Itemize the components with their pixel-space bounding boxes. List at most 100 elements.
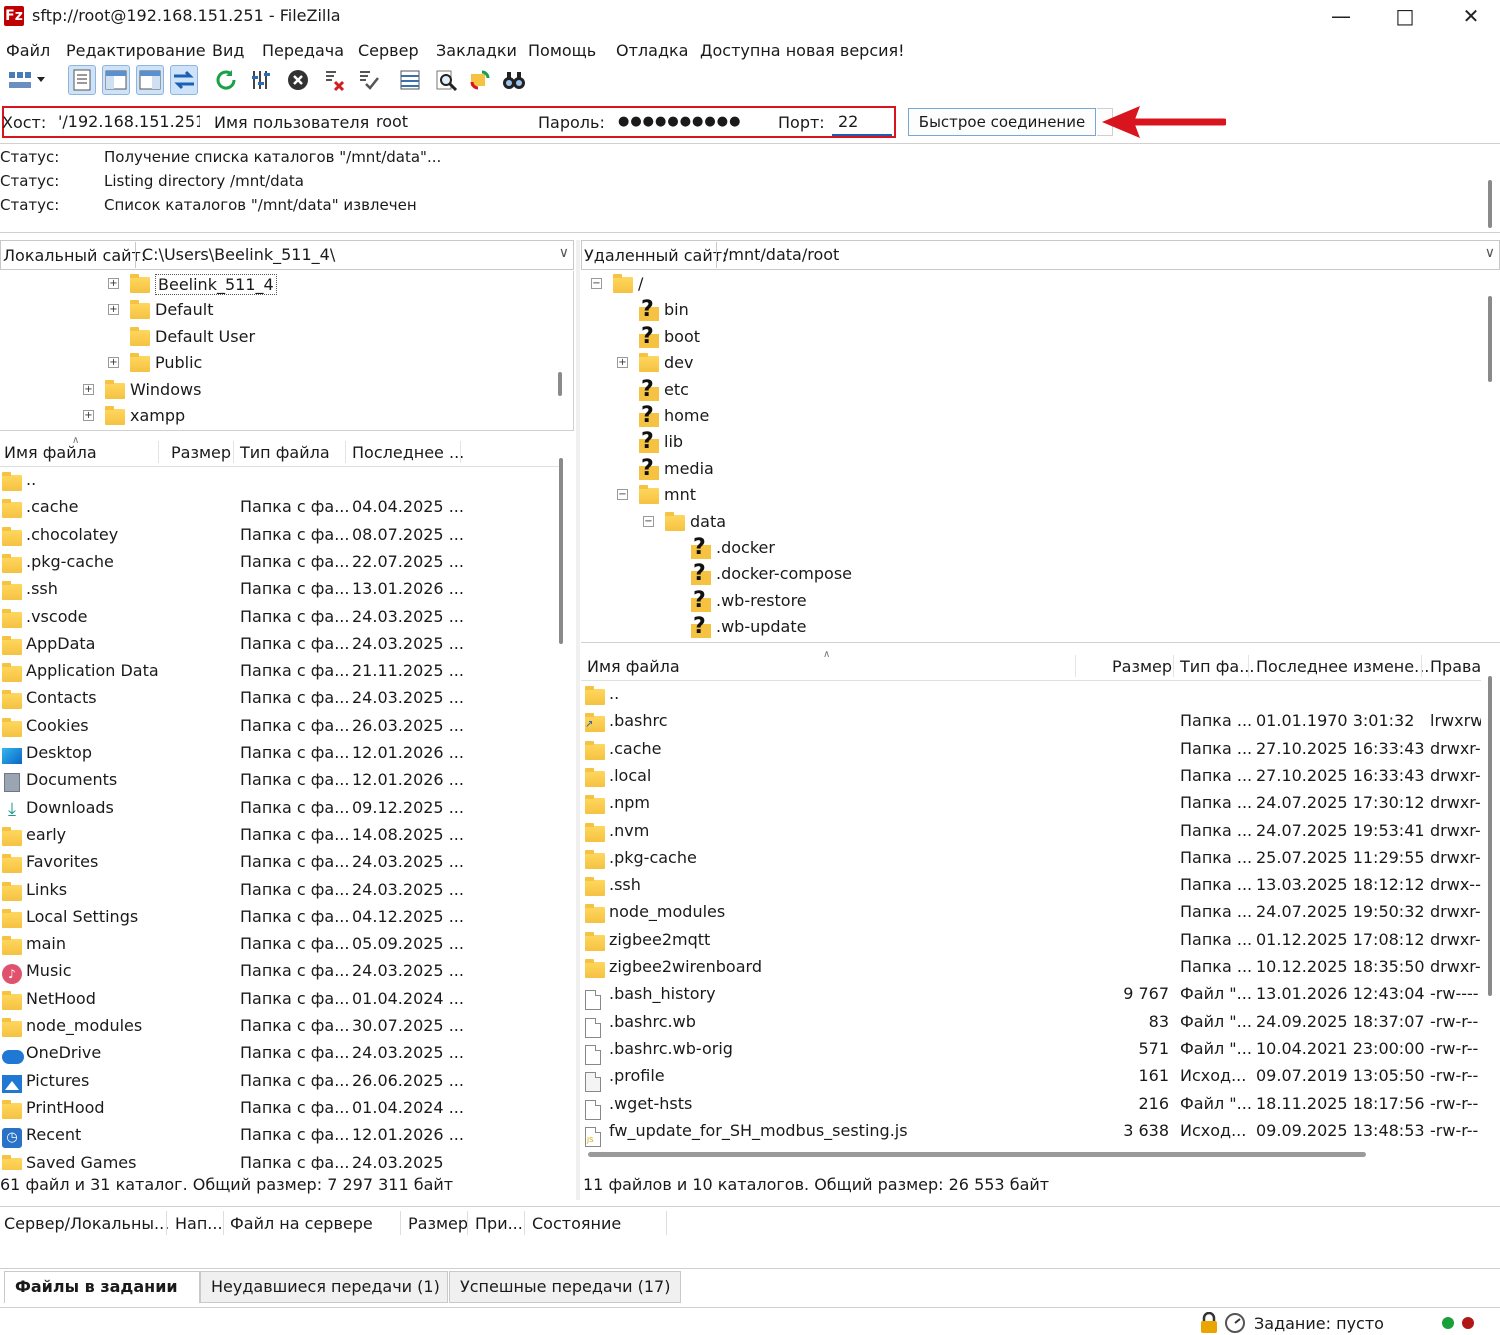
local-tree-item[interactable]: + xampp: [0, 404, 550, 430]
port-input[interactable]: 22: [832, 110, 892, 136]
process-queue-button[interactable]: [248, 65, 276, 95]
table-row[interactable]: .cache Папка ... 27.10.2025 16:33:43 drw…: [581, 736, 1481, 763]
table-row[interactable]: Pictures Папка с фа... 26.06.2025 ...: [0, 1068, 560, 1095]
queue-col-direction[interactable]: Нап...: [175, 1214, 223, 1233]
table-row[interactable]: PrintHood Папка с фа... 01.04.2024 ...: [0, 1095, 560, 1122]
collapse-icon[interactable]: −: [591, 278, 602, 289]
remote-list-hscrollbar[interactable]: [588, 1152, 1366, 1157]
minimize-button[interactable]: —: [1308, 0, 1374, 34]
table-row[interactable]: .bashrc.wb-orig 571 Файл "... 10.04.2021…: [581, 1036, 1481, 1065]
local-col-filename[interactable]: Имя файла: [4, 443, 97, 462]
menu-edit[interactable]: Редактирование: [66, 41, 206, 60]
username-input[interactable]: root: [370, 110, 526, 136]
table-row[interactable]: JS fw_update_for_SH_modbus_sesting.js 3 …: [581, 1118, 1481, 1147]
pane-splitter[interactable]: [576, 240, 580, 1200]
table-row[interactable]: Cookies Папка с фа... 26.03.2025 ...: [0, 713, 560, 740]
remote-tree-item[interactable]: + dev: [581, 351, 1471, 377]
directory-comparison-button[interactable]: [500, 65, 528, 95]
toggle-local-tree-button[interactable]: [102, 65, 130, 95]
table-row[interactable]: .cache Папка с фа... 04.04.2025 ...: [0, 494, 560, 521]
menu-view[interactable]: Вид: [212, 41, 244, 60]
remote-col-size[interactable]: Размер: [1112, 657, 1172, 676]
remote-col-modified[interactable]: Последнее измене...: [1256, 657, 1429, 676]
collapse-icon[interactable]: −: [617, 489, 628, 501]
maximize-button[interactable]: □: [1372, 0, 1438, 34]
table-row[interactable]: .nvm Папка ... 24.07.2025 19:53:41 drwxr…: [581, 818, 1481, 845]
log-scrollbar[interactable]: [1488, 180, 1492, 228]
toggle-transfer-queue-button[interactable]: [170, 65, 198, 95]
remote-col-filename[interactable]: Имя файла: [587, 657, 680, 676]
site-manager-button[interactable]: [2, 65, 52, 95]
toggle-remote-tree-button[interactable]: [136, 65, 164, 95]
local-path-input[interactable]: C:\Users\Beelink_511_4\: [135, 242, 547, 268]
local-tree-item[interactable]: Default User: [0, 325, 550, 351]
quickconnect-button[interactable]: Быстрое соединение: [908, 108, 1096, 136]
local-col-modified[interactable]: Последнее ...: [352, 443, 464, 462]
queue-col-remote-file[interactable]: Файл на сервере: [230, 1214, 373, 1233]
remote-tree-item[interactable]: ? etc: [581, 377, 1471, 404]
table-row[interactable]: early Папка с фа... 14.08.2025 ...: [0, 822, 560, 849]
menu-transfer[interactable]: Передача: [262, 41, 344, 60]
expand-icon[interactable]: +: [617, 357, 628, 369]
remote-col-type[interactable]: Тип фа...: [1180, 657, 1254, 676]
tab-successful-transfers[interactable]: Успешные передачи (17): [449, 1271, 681, 1303]
remote-tree-item[interactable]: ? .docker: [581, 535, 1471, 562]
password-input[interactable]: ●●●●●●●●●●: [612, 110, 762, 136]
table-row[interactable]: .pkg-cache Папка ... 25.07.2025 11:29:55…: [581, 845, 1481, 872]
speed-limit-icon[interactable]: [1224, 1312, 1246, 1334]
disconnect-button[interactable]: [320, 65, 348, 95]
local-tree-item[interactable]: + Default: [0, 298, 550, 324]
table-row[interactable]: Links Папка с фа... 24.03.2025 ...: [0, 877, 560, 904]
table-row[interactable]: .ssh Папка ... 13.03.2025 18:12:12 drwx-…: [581, 872, 1481, 899]
remote-tree-item[interactable]: ? .wb-restore: [581, 588, 1471, 615]
remote-path-input[interactable]: /mnt/data/root: [716, 242, 1476, 268]
queue-col-status[interactable]: Состояние: [532, 1214, 621, 1233]
table-row[interactable]: .wget-hsts 216 Файл "... 18.11.2025 18:1…: [581, 1091, 1481, 1120]
table-row[interactable]: .bash_history 9 767 Файл "... 13.01.2026…: [581, 981, 1481, 1011]
lock-icon[interactable]: [1198, 1312, 1220, 1334]
remote-tree-item[interactable]: ? lib: [581, 429, 1471, 456]
remote-tree-item[interactable]: ? .docker-compose: [581, 561, 1471, 588]
table-row[interactable]: OneDrive Папка с фа... 24.03.2025 ...: [0, 1040, 560, 1067]
remote-tree-item[interactable]: ? media: [581, 456, 1471, 483]
directory-listing-filters-button[interactable]: [396, 65, 424, 95]
remote-tree-item[interactable]: ? home: [581, 403, 1471, 430]
local-list-scrollbar[interactable]: [559, 458, 563, 644]
local-col-size[interactable]: Размер: [171, 443, 231, 462]
table-row[interactable]: .npm Папка ... 24.07.2025 17:30:12 drwxr…: [581, 790, 1481, 817]
chevron-down-icon[interactable]: ∨: [559, 245, 569, 261]
local-tree-scrollbar[interactable]: [558, 372, 562, 396]
reconnect-button[interactable]: [354, 65, 382, 95]
menu-new-version[interactable]: Доступна новая версия!: [700, 41, 905, 60]
table-row[interactable]: AppData Папка с фа... 24.03.2025 ...: [0, 631, 560, 658]
refresh-button[interactable]: [212, 65, 240, 95]
table-row[interactable]: ..: [0, 467, 560, 494]
remote-col-permissions[interactable]: Права: [1430, 657, 1481, 676]
menu-help[interactable]: Помощь: [528, 41, 596, 60]
toggle-message-log-button[interactable]: [68, 65, 96, 95]
local-tree-item[interactable]: + Beelink_511_4: [0, 272, 550, 298]
table-row[interactable]: Documents Папка с фа... 12.01.2026 ...: [0, 767, 560, 794]
search-remote-button[interactable]: [432, 65, 460, 95]
table-row[interactable]: .pkg-cache Папка с фа... 22.07.2025 ...: [0, 549, 560, 576]
table-row[interactable]: Saved Games Папка с фа... 24.03.2025: [0, 1150, 560, 1170]
table-row[interactable]: ◷ Recent Папка с фа... 12.01.2026 ...: [0, 1122, 560, 1149]
queue-col-priority[interactable]: При...: [475, 1214, 523, 1233]
table-row[interactable]: Application Data Папка с фа... 21.11.202…: [0, 658, 560, 685]
table-row[interactable]: ↗ .bashrc Папка ... 01.01.1970 3:01:32 l…: [581, 708, 1481, 735]
host-input[interactable]: '/192.168.151.251: [52, 110, 200, 136]
remote-tree-item[interactable]: − data: [581, 510, 1471, 536]
table-row[interactable]: .vscode Папка с фа... 24.03.2025 ...: [0, 604, 560, 631]
table-row[interactable]: Contacts Папка с фа... 24.03.2025 ...: [0, 685, 560, 712]
cancel-button[interactable]: [284, 65, 312, 95]
expand-icon[interactable]: +: [108, 357, 119, 369]
local-col-type[interactable]: Тип файла: [240, 443, 330, 462]
remote-list-scrollbar[interactable]: [1488, 676, 1492, 996]
expand-icon[interactable]: +: [83, 410, 94, 421]
table-row[interactable]: Desktop Папка с фа... 12.01.2026 ...: [0, 740, 560, 767]
local-tree-item[interactable]: + Public: [0, 351, 550, 377]
table-row[interactable]: .bashrc.wb 83 Файл "... 24.09.2025 18:37…: [581, 1009, 1481, 1038]
menu-file[interactable]: Файл: [6, 41, 50, 60]
table-row[interactable]: .ssh Папка с фа... 13.01.2026 ...: [0, 576, 560, 603]
queue-col-size[interactable]: Размер: [408, 1214, 468, 1233]
